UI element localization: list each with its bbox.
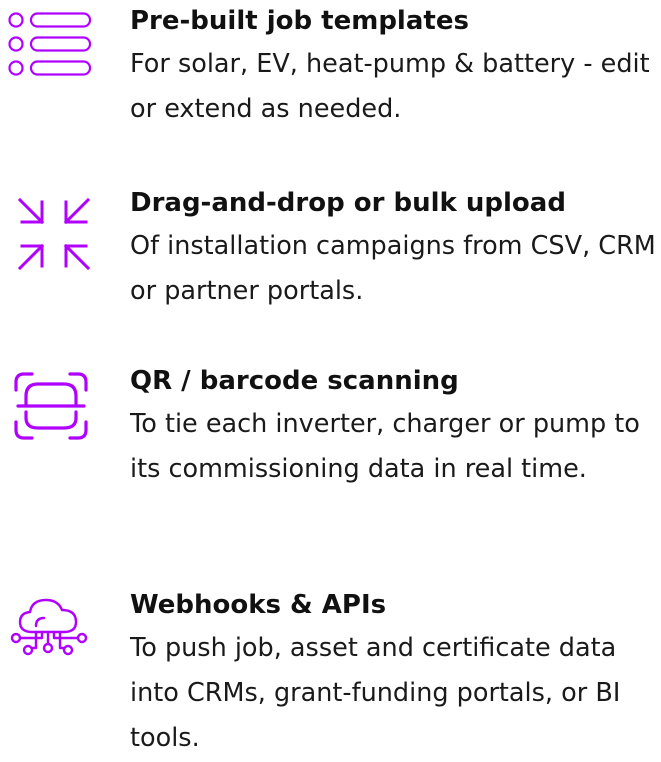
feature-title: Drag-and-drop or bulk upload — [130, 188, 566, 218]
scan-icon — [6, 368, 96, 448]
feature-description: For solar, EV, heat-pump & battery - edi… — [130, 49, 650, 124]
collapse-arrows-icon — [6, 190, 96, 270]
feature-title: QR / barcode scanning — [130, 366, 459, 396]
feature-list: Pre-built job templates For solar, EV, h… — [0, 0, 661, 762]
cloud-network-icon — [6, 588, 96, 668]
feature-title: Pre-built job templates — [130, 6, 469, 36]
feature-description: Of installation campaigns from CSV, CRM … — [130, 231, 656, 306]
feature-description: To push job, asset and certificate data … — [130, 633, 621, 753]
feature-title: Webhooks & APIs — [130, 590, 387, 620]
list-icon — [6, 8, 96, 88]
feature-description: To tie each inverter, charger or pump to… — [130, 409, 640, 484]
